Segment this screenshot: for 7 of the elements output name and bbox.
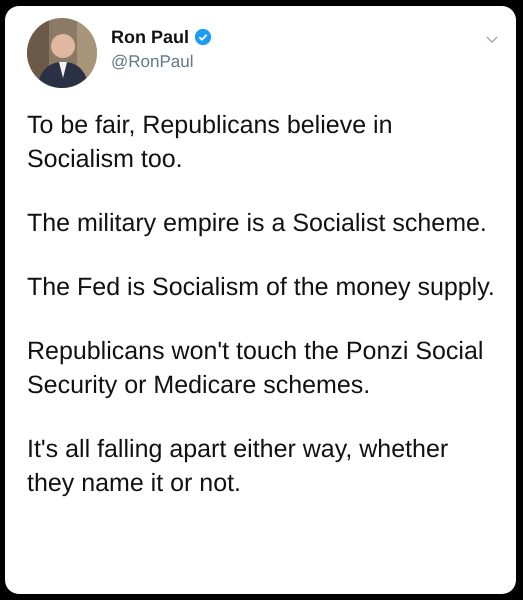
- tweet-text: The Fed is Socialism of the money supply.: [27, 272, 496, 303]
- tweet-text: To be fair, Republicans believe in Socialism too.: [27, 110, 394, 175]
- author-handle[interactable]: @RonPaul: [111, 52, 194, 72]
- tweet-text: The military empire is a Socialist scheme.: [27, 208, 488, 239]
- author-name[interactable]: Ron Paul: [111, 26, 190, 48]
- tweet-text: It's all falling apart either way, whether they name it or not.: [27, 434, 450, 499]
- tweet-text: Republicans won't touch the Ponzi Social Security or Medicare schemes.: [27, 336, 484, 401]
